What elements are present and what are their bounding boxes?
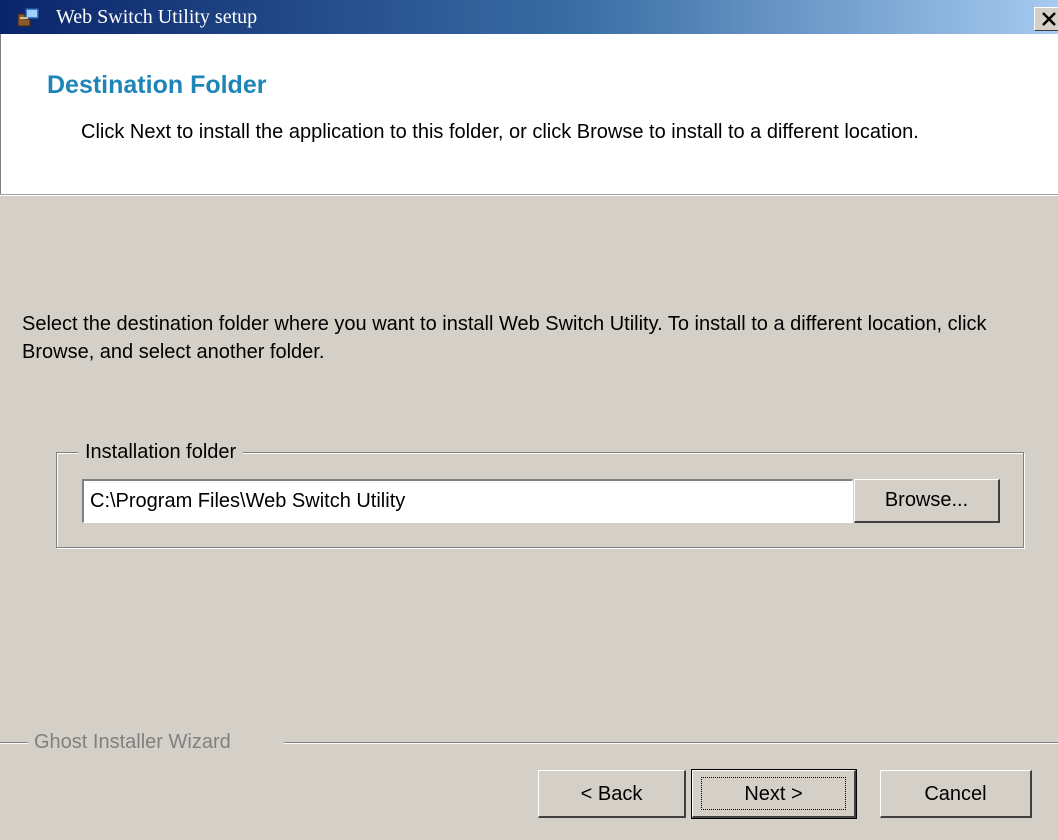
next-button-label: Next > [744, 783, 803, 805]
page-title: Destination Folder [47, 71, 267, 99]
installation-folder-input[interactable] [82, 479, 853, 523]
instructions-text: Select the destination folder where you … [22, 313, 987, 363]
page-description: Click Next to install the application to… [81, 121, 919, 143]
window-title: Web Switch Utility setup [56, 6, 258, 28]
browse-button[interactable]: Browse... [854, 479, 1000, 523]
title-bar: Web Switch Utility setup [0, 0, 1058, 34]
cancel-button[interactable]: Cancel [880, 770, 1032, 818]
back-button[interactable]: < Back [538, 770, 686, 818]
installation-folder-label: Installation folder [78, 440, 244, 464]
wizard-header: Destination Folder Click Next to install… [0, 34, 1058, 194]
next-button[interactable]: Next > [691, 769, 857, 819]
close-button[interactable] [1034, 7, 1058, 31]
wizard-brand-label: Ghost Installer Wizard [34, 731, 231, 753]
installer-app-icon[interactable] [16, 6, 42, 28]
